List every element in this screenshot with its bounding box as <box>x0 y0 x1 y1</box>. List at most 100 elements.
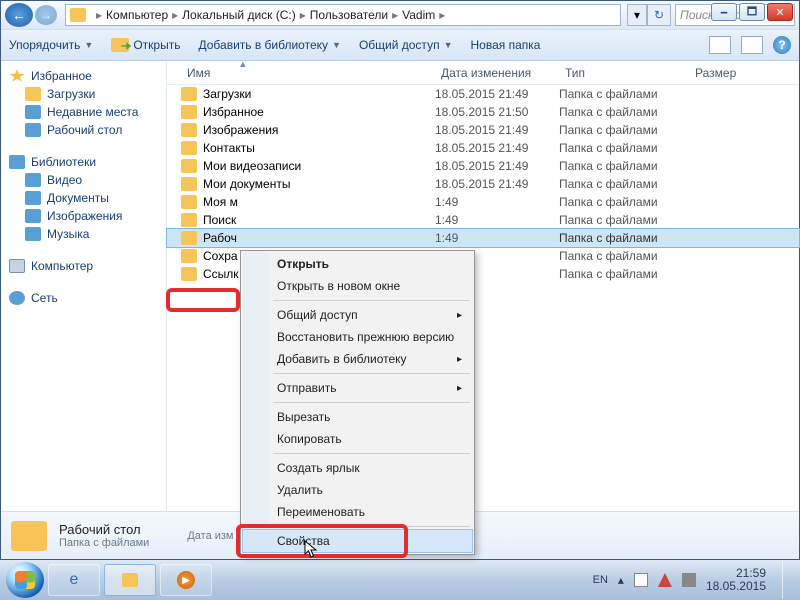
sidebar-item-documents[interactable]: Документы <box>1 189 166 207</box>
breadcrumb-sep: ▸ <box>300 8 306 22</box>
table-row[interactable]: Загрузки18.05.2015 21:49Папка с файлами <box>167 85 799 103</box>
ctx-rename[interactable]: Переименовать <box>243 501 472 523</box>
sidebar-libraries[interactable]: Библиотеки <box>1 153 166 171</box>
refresh-button[interactable]: ↻ <box>647 4 671 26</box>
volume-icon[interactable] <box>682 573 696 587</box>
folder-icon <box>181 105 197 119</box>
crumb-computer[interactable]: Компьютер <box>106 8 168 22</box>
folder-icon <box>181 213 197 227</box>
table-row[interactable]: Изображения18.05.2015 21:49Папка с файла… <box>167 121 799 139</box>
table-row[interactable]: Контакты18.05.2015 21:49Папка с файлами <box>167 139 799 157</box>
table-row[interactable]: Поиск1:49Папка с файлами <box>167 211 799 229</box>
ctx-properties[interactable]: Свойства <box>243 530 472 552</box>
table-row[interactable]: Мои видеозаписи18.05.2015 21:49Папка с ф… <box>167 157 799 175</box>
window-controls: 🗕 🗖 ✕ <box>711 3 793 21</box>
context-menu: Открыть Открыть в новом окне Общий досту… <box>240 250 475 555</box>
toolbar: Упорядочить▼ Открыть Добавить в библиоте… <box>1 29 799 61</box>
sidebar-item-desktop[interactable]: Рабочий стол <box>1 121 166 139</box>
column-headers[interactable]: Имя▲ Дата изменения Тип Размер <box>167 61 799 85</box>
details-type: Папка с файлами <box>59 537 149 549</box>
computer-icon <box>9 259 25 273</box>
new-folder-button[interactable]: Новая папка <box>470 38 540 52</box>
tray-expand-icon[interactable]: ▴ <box>618 573 624 587</box>
start-button[interactable] <box>6 562 44 598</box>
file-type: Папка с файлами <box>559 195 689 209</box>
ctx-restore-version[interactable]: Восстановить прежнюю версию <box>243 326 472 348</box>
file-type: Папка с файлами <box>559 87 689 101</box>
ie-icon: e <box>70 571 79 589</box>
ctx-delete[interactable]: Удалить <box>243 479 472 501</box>
include-library-button[interactable]: Добавить в библиотеку▼ <box>198 38 340 52</box>
sidebar-item-downloads[interactable]: Загрузки <box>1 85 166 103</box>
file-name: Загрузки <box>203 87 251 101</box>
crumb-users[interactable]: Пользователи <box>310 8 388 22</box>
file-date: 18.05.2015 21:49 <box>435 123 559 137</box>
breadcrumb-sep: ▸ <box>96 8 102 22</box>
ctx-open[interactable]: Открыть <box>243 253 472 275</box>
sidebar-item-pictures[interactable]: Изображения <box>1 207 166 225</box>
libraries-icon <box>9 155 25 169</box>
breadcrumb[interactable]: ▸ Компьютер ▸ Локальный диск (C:) ▸ Поль… <box>65 4 621 26</box>
crumb-vadim[interactable]: Vadim <box>402 8 435 22</box>
clock[interactable]: 21:59 18.05.2015 <box>706 567 766 593</box>
file-type: Папка с файлами <box>559 123 689 137</box>
close-button[interactable]: ✕ <box>767 3 793 21</box>
folder-icon <box>181 177 197 191</box>
breadcrumb-sep: ▸ <box>392 8 398 22</box>
sort-indicator-icon: ▲ <box>238 59 247 69</box>
table-row[interactable]: Избранное18.05.2015 21:50Папка с файлами <box>167 103 799 121</box>
share-button[interactable]: Общий доступ▼ <box>359 38 453 52</box>
recent-icon <box>25 105 41 119</box>
file-name: Избранное <box>203 105 264 119</box>
open-button[interactable]: Открыть <box>111 38 180 52</box>
flag-icon[interactable] <box>634 573 648 587</box>
sidebar-network[interactable]: Сеть <box>1 289 166 307</box>
taskbar-app-explorer[interactable] <box>104 564 156 596</box>
video-icon <box>25 173 41 187</box>
folder-icon <box>181 87 197 101</box>
sidebar-item-recent[interactable]: Недавние места <box>1 103 166 121</box>
details-date-label: Дата изм <box>187 530 233 542</box>
table-row[interactable]: Моя м1:49Папка с файлами <box>167 193 799 211</box>
ctx-copy[interactable]: Копировать <box>243 428 472 450</box>
show-desktop-button[interactable] <box>782 561 794 599</box>
file-name: Моя м <box>203 195 238 209</box>
sidebar-item-videos[interactable]: Видео <box>1 171 166 189</box>
file-name: Рабоч <box>203 231 237 245</box>
organize-button[interactable]: Упорядочить▼ <box>9 38 93 52</box>
table-row[interactable]: Рабоч1:49Папка с файлами <box>167 229 799 247</box>
sidebar-favorites[interactable]: Избранное <box>1 67 166 85</box>
help-button[interactable]: ? <box>773 36 791 54</box>
breadcrumb-dropdown[interactable]: ▾ <box>627 4 647 26</box>
ctx-add-to-library[interactable]: Добавить в библиотеку▸ <box>243 348 472 370</box>
sidebar-item-music[interactable]: Музыка <box>1 225 166 243</box>
breadcrumb-sep: ▸ <box>439 8 445 22</box>
ctx-create-shortcut[interactable]: Создать ярлык <box>243 457 472 479</box>
language-indicator[interactable]: EN <box>593 574 608 586</box>
nav-back-button[interactable]: ← <box>5 3 33 27</box>
table-row[interactable]: Мои документы18.05.2015 21:49Папка с фай… <box>167 175 799 193</box>
ctx-send-to[interactable]: Отправить▸ <box>243 377 472 399</box>
breadcrumb-sep: ▸ <box>172 8 178 22</box>
taskbar-app-wmp[interactable]: ▶ <box>160 564 212 596</box>
view-options-button[interactable] <box>709 36 731 54</box>
minimize-button[interactable]: 🗕 <box>711 3 737 21</box>
chevron-right-icon: ▸ <box>457 310 462 321</box>
nav-forward-button[interactable]: → <box>35 5 57 25</box>
navigation-pane: Избранное Загрузки Недавние места Рабочи… <box>1 61 167 511</box>
maximize-button[interactable]: 🗖 <box>739 3 765 21</box>
preview-pane-button[interactable] <box>741 36 763 54</box>
ctx-open-new-window[interactable]: Открыть в новом окне <box>243 275 472 297</box>
chevron-right-icon: ▸ <box>457 354 462 365</box>
file-type: Папка с файлами <box>559 267 689 281</box>
taskbar-app-ie[interactable]: e <box>48 564 100 596</box>
ctx-cut[interactable]: Вырезать <box>243 406 472 428</box>
sidebar-computer[interactable]: Компьютер <box>1 257 166 275</box>
folder-icon <box>181 159 197 173</box>
file-name: Ссылк <box>203 267 239 281</box>
details-title: Рабочий стол <box>59 522 149 537</box>
crumb-drive[interactable]: Локальный диск (C:) <box>182 8 296 22</box>
action-center-icon[interactable] <box>658 573 672 587</box>
ctx-share[interactable]: Общий доступ▸ <box>243 304 472 326</box>
file-name: Мои документы <box>203 177 290 191</box>
